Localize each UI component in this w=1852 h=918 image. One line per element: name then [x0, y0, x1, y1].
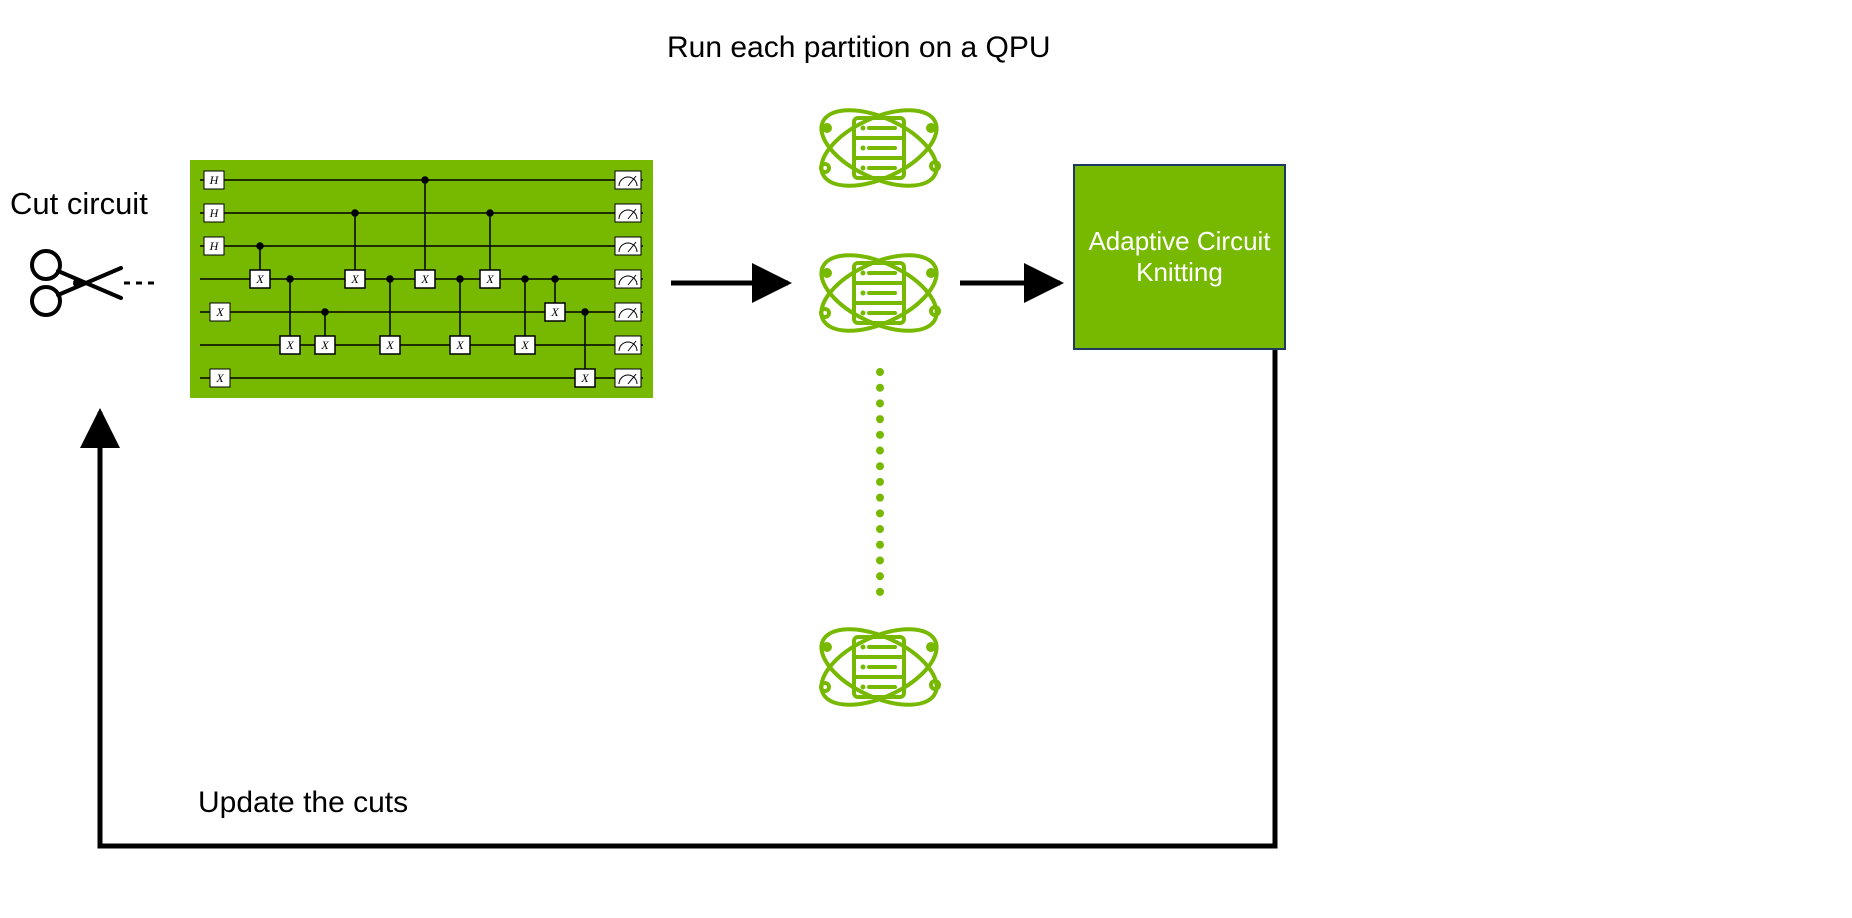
label-run-partition: Run each partition on a QPU: [667, 31, 1051, 65]
svg-text:X: X: [520, 338, 529, 352]
qpu-icon: [807, 607, 952, 727]
svg-text:X: X: [420, 272, 429, 286]
svg-text:H: H: [209, 239, 220, 253]
qpu-icon: [807, 88, 952, 208]
svg-text:H: H: [209, 206, 220, 220]
svg-text:X: X: [215, 371, 224, 385]
svg-text:X: X: [285, 338, 294, 352]
svg-text:X: X: [255, 272, 264, 286]
scissors-icon: [26, 243, 154, 323]
svg-text:H: H: [209, 173, 220, 187]
label-update-cuts: Update the cuts: [198, 786, 408, 820]
svg-text:X: X: [550, 305, 559, 319]
svg-text:X: X: [580, 371, 589, 385]
adaptive-circuit-knitting-box: Adaptive Circuit Knitting: [1073, 164, 1286, 350]
label-cut-circuit: Cut circuit: [10, 186, 148, 222]
svg-text:X: X: [350, 272, 359, 286]
qpu-icon: [807, 233, 952, 353]
quantum-circuit-diagram: H H H X X X X X X X X X X X X: [190, 160, 653, 398]
ellipsis-dotted-line: [876, 368, 884, 596]
svg-text:X: X: [320, 338, 329, 352]
svg-text:X: X: [455, 338, 464, 352]
svg-text:X: X: [485, 272, 494, 286]
svg-text:X: X: [385, 338, 394, 352]
svg-text:X: X: [215, 305, 224, 319]
